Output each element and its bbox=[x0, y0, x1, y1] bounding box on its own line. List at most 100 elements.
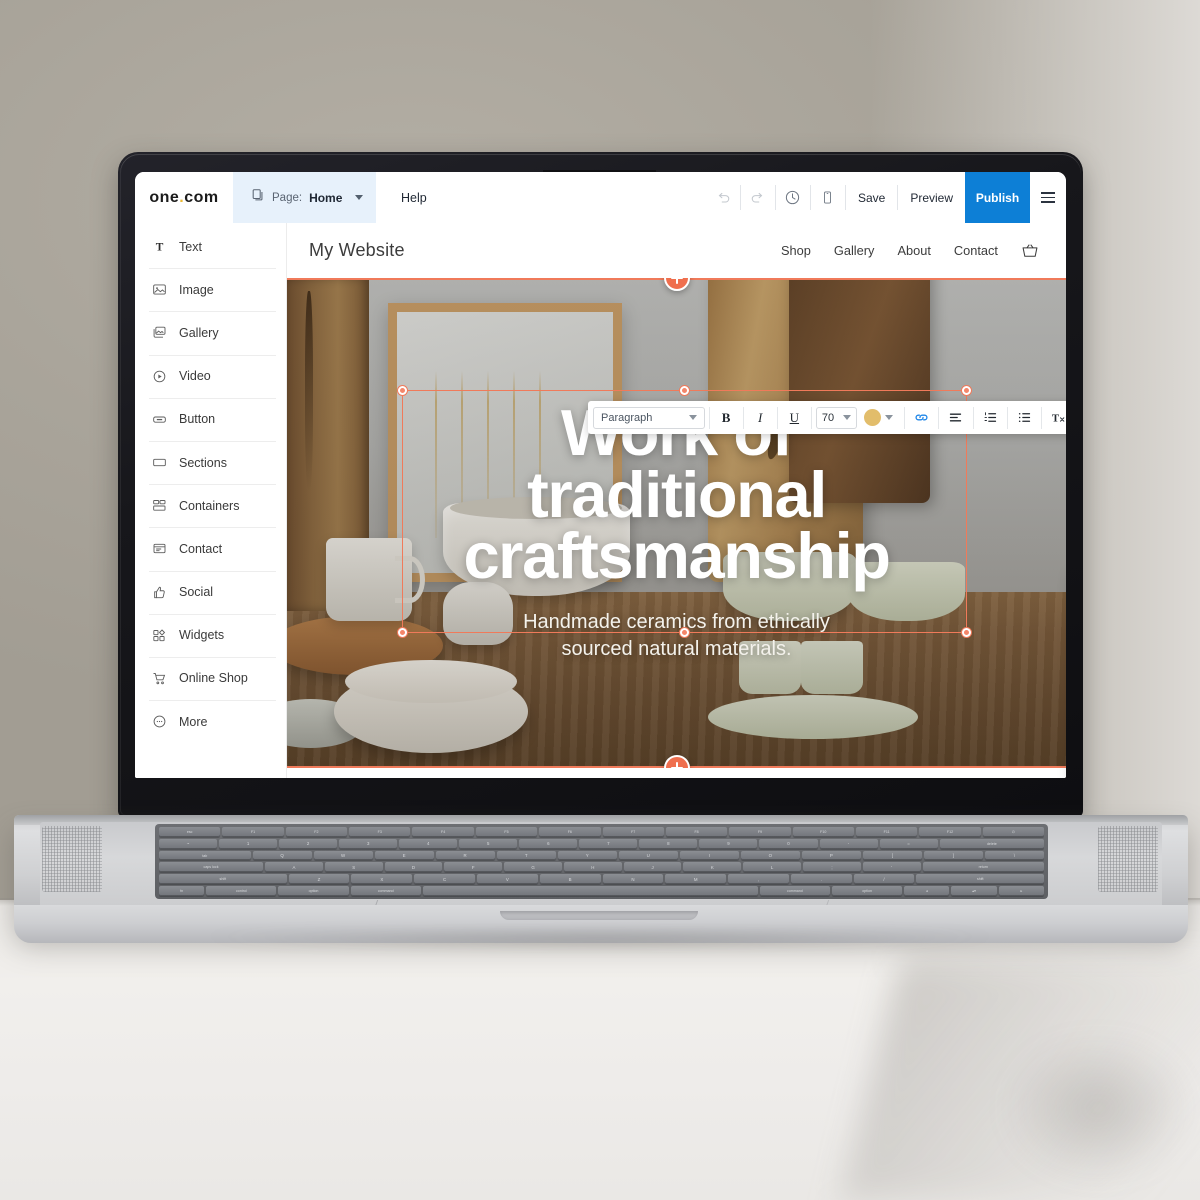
key-arrow-updown[interactable]: ▴▾ bbox=[951, 886, 997, 896]
key[interactable]: - bbox=[819, 838, 878, 849]
sidebar-item-contact[interactable]: Contact bbox=[135, 527, 286, 570]
bold-button[interactable]: B bbox=[713, 405, 738, 431]
key[interactable]: F1 bbox=[222, 827, 284, 837]
key[interactable]: E bbox=[374, 850, 434, 861]
key[interactable]: , bbox=[728, 874, 789, 885]
key[interactable]: F10 bbox=[792, 827, 854, 837]
key-command-right[interactable]: command bbox=[759, 886, 830, 896]
key-fn[interactable]: fn bbox=[159, 886, 205, 896]
key-return[interactable]: return bbox=[922, 862, 1044, 873]
key[interactable]: F3 bbox=[349, 827, 411, 837]
key[interactable]: I bbox=[679, 850, 739, 861]
key[interactable]: 1 bbox=[219, 838, 278, 849]
key-option-right[interactable]: option bbox=[832, 886, 903, 896]
nav-link-contact[interactable]: Contact bbox=[954, 243, 998, 258]
key[interactable]: / bbox=[853, 874, 915, 885]
key[interactable]: F6 bbox=[539, 827, 601, 837]
key-shift-left[interactable]: shift bbox=[159, 874, 287, 885]
key[interactable]: F11 bbox=[855, 827, 918, 837]
nav-link-gallery[interactable]: Gallery bbox=[834, 243, 875, 258]
sidebar-item-text[interactable]: T Text bbox=[135, 225, 286, 268]
key-tab[interactable]: tab bbox=[159, 850, 251, 861]
paragraph-style-select[interactable]: Paragraph bbox=[593, 406, 705, 429]
key[interactable]: ~ bbox=[159, 838, 218, 849]
italic-button[interactable]: I bbox=[748, 405, 773, 431]
key[interactable]: Q bbox=[252, 850, 312, 861]
numbered-list-icon[interactable] bbox=[977, 405, 1002, 431]
publish-button[interactable]: Publish bbox=[965, 172, 1030, 223]
key[interactable]: [ bbox=[862, 850, 922, 861]
key[interactable]: X bbox=[351, 874, 413, 885]
key-arrow-left[interactable]: ◂ bbox=[904, 886, 950, 896]
key[interactable]: ' bbox=[862, 862, 921, 873]
save-button[interactable]: Save bbox=[846, 172, 897, 223]
sidebar-item-online-shop[interactable]: Online Shop bbox=[135, 656, 286, 700]
key[interactable]: . bbox=[790, 874, 852, 885]
key[interactable]: F5 bbox=[475, 827, 538, 837]
key[interactable]: F9 bbox=[729, 827, 791, 837]
page-selector-tab[interactable]: Page: Home bbox=[233, 172, 376, 223]
sidebar-item-button[interactable]: Button bbox=[135, 397, 286, 441]
key[interactable]: F8 bbox=[665, 827, 728, 837]
key[interactable]: Z bbox=[288, 874, 350, 885]
key[interactable]: K bbox=[683, 862, 742, 873]
sidebar-item-image[interactable]: Image bbox=[135, 268, 286, 311]
key[interactable]: V bbox=[476, 874, 538, 885]
help-button[interactable]: Help bbox=[376, 172, 471, 223]
key[interactable]: J bbox=[623, 862, 682, 873]
preview-button[interactable]: Preview bbox=[898, 172, 965, 223]
key[interactable]: D bbox=[384, 862, 443, 873]
sidebar-item-gallery[interactable]: Gallery bbox=[135, 311, 286, 354]
key[interactable]: 0 bbox=[759, 838, 818, 849]
hamburger-menu-icon[interactable] bbox=[1030, 172, 1066, 223]
sidebar-item-social[interactable]: Social bbox=[135, 570, 286, 614]
hero-section[interactable]: Work of traditional craftsmanship Handma… bbox=[287, 278, 1066, 768]
hero-text-block[interactable]: Work of traditional craftsmanship Handma… bbox=[287, 278, 1066, 768]
font-size-select[interactable]: 70 bbox=[815, 406, 858, 429]
key[interactable]: H bbox=[563, 862, 622, 873]
key[interactable]: F4 bbox=[412, 827, 474, 837]
clear-formatting-icon[interactable]: T bbox=[1046, 405, 1066, 431]
key-spacebar[interactable] bbox=[422, 886, 758, 896]
key-delete[interactable]: delete bbox=[939, 838, 1045, 849]
key[interactable]: L bbox=[743, 862, 802, 873]
key[interactable]: W bbox=[313, 850, 373, 861]
key[interactable]: T bbox=[496, 850, 556, 861]
key[interactable]: = bbox=[879, 838, 938, 849]
key[interactable]: N bbox=[602, 874, 664, 885]
key[interactable]: 8 bbox=[639, 838, 698, 849]
key[interactable]: ] bbox=[923, 850, 983, 861]
key[interactable]: U bbox=[618, 850, 678, 861]
key-caps-lock[interactable]: caps lock bbox=[159, 862, 264, 873]
key[interactable]: O bbox=[740, 850, 800, 861]
sidebar-item-containers[interactable]: Containers bbox=[135, 484, 286, 527]
sidebar-item-widgets[interactable]: Widgets bbox=[135, 613, 286, 657]
key[interactable]: Y bbox=[557, 850, 617, 861]
key[interactable]: esc bbox=[159, 827, 221, 837]
key[interactable]: G bbox=[504, 862, 562, 873]
sidebar-item-video[interactable]: Video bbox=[135, 354, 286, 398]
key-arrow-right[interactable]: ▸ bbox=[998, 886, 1045, 896]
key[interactable]: F12 bbox=[919, 827, 981, 837]
key[interactable]: R bbox=[435, 850, 495, 861]
text-color-button[interactable] bbox=[857, 409, 900, 426]
underline-button[interactable]: U bbox=[782, 405, 807, 431]
key[interactable]: 6 bbox=[519, 838, 578, 849]
key[interactable]: 3 bbox=[339, 838, 398, 849]
key[interactable]: ; bbox=[803, 862, 861, 873]
history-clock-icon[interactable] bbox=[776, 172, 810, 223]
onecom-logo[interactable]: one. com bbox=[135, 172, 233, 223]
key[interactable]: C bbox=[414, 874, 475, 885]
undo-icon[interactable] bbox=[706, 172, 740, 223]
key[interactable]: ⏻ bbox=[982, 827, 1045, 837]
key[interactable]: A bbox=[265, 862, 323, 873]
sidebar-item-sections[interactable]: Sections bbox=[135, 440, 286, 484]
key-control[interactable]: control bbox=[206, 886, 277, 896]
shopping-basket-icon[interactable] bbox=[1020, 241, 1040, 261]
nav-link-about[interactable]: About bbox=[897, 243, 930, 258]
key[interactable]: F7 bbox=[602, 827, 664, 837]
key[interactable]: 5 bbox=[459, 838, 518, 849]
sidebar-item-more[interactable]: More bbox=[135, 700, 286, 743]
bulleted-list-icon[interactable] bbox=[1011, 405, 1036, 431]
key[interactable]: P bbox=[801, 850, 861, 861]
